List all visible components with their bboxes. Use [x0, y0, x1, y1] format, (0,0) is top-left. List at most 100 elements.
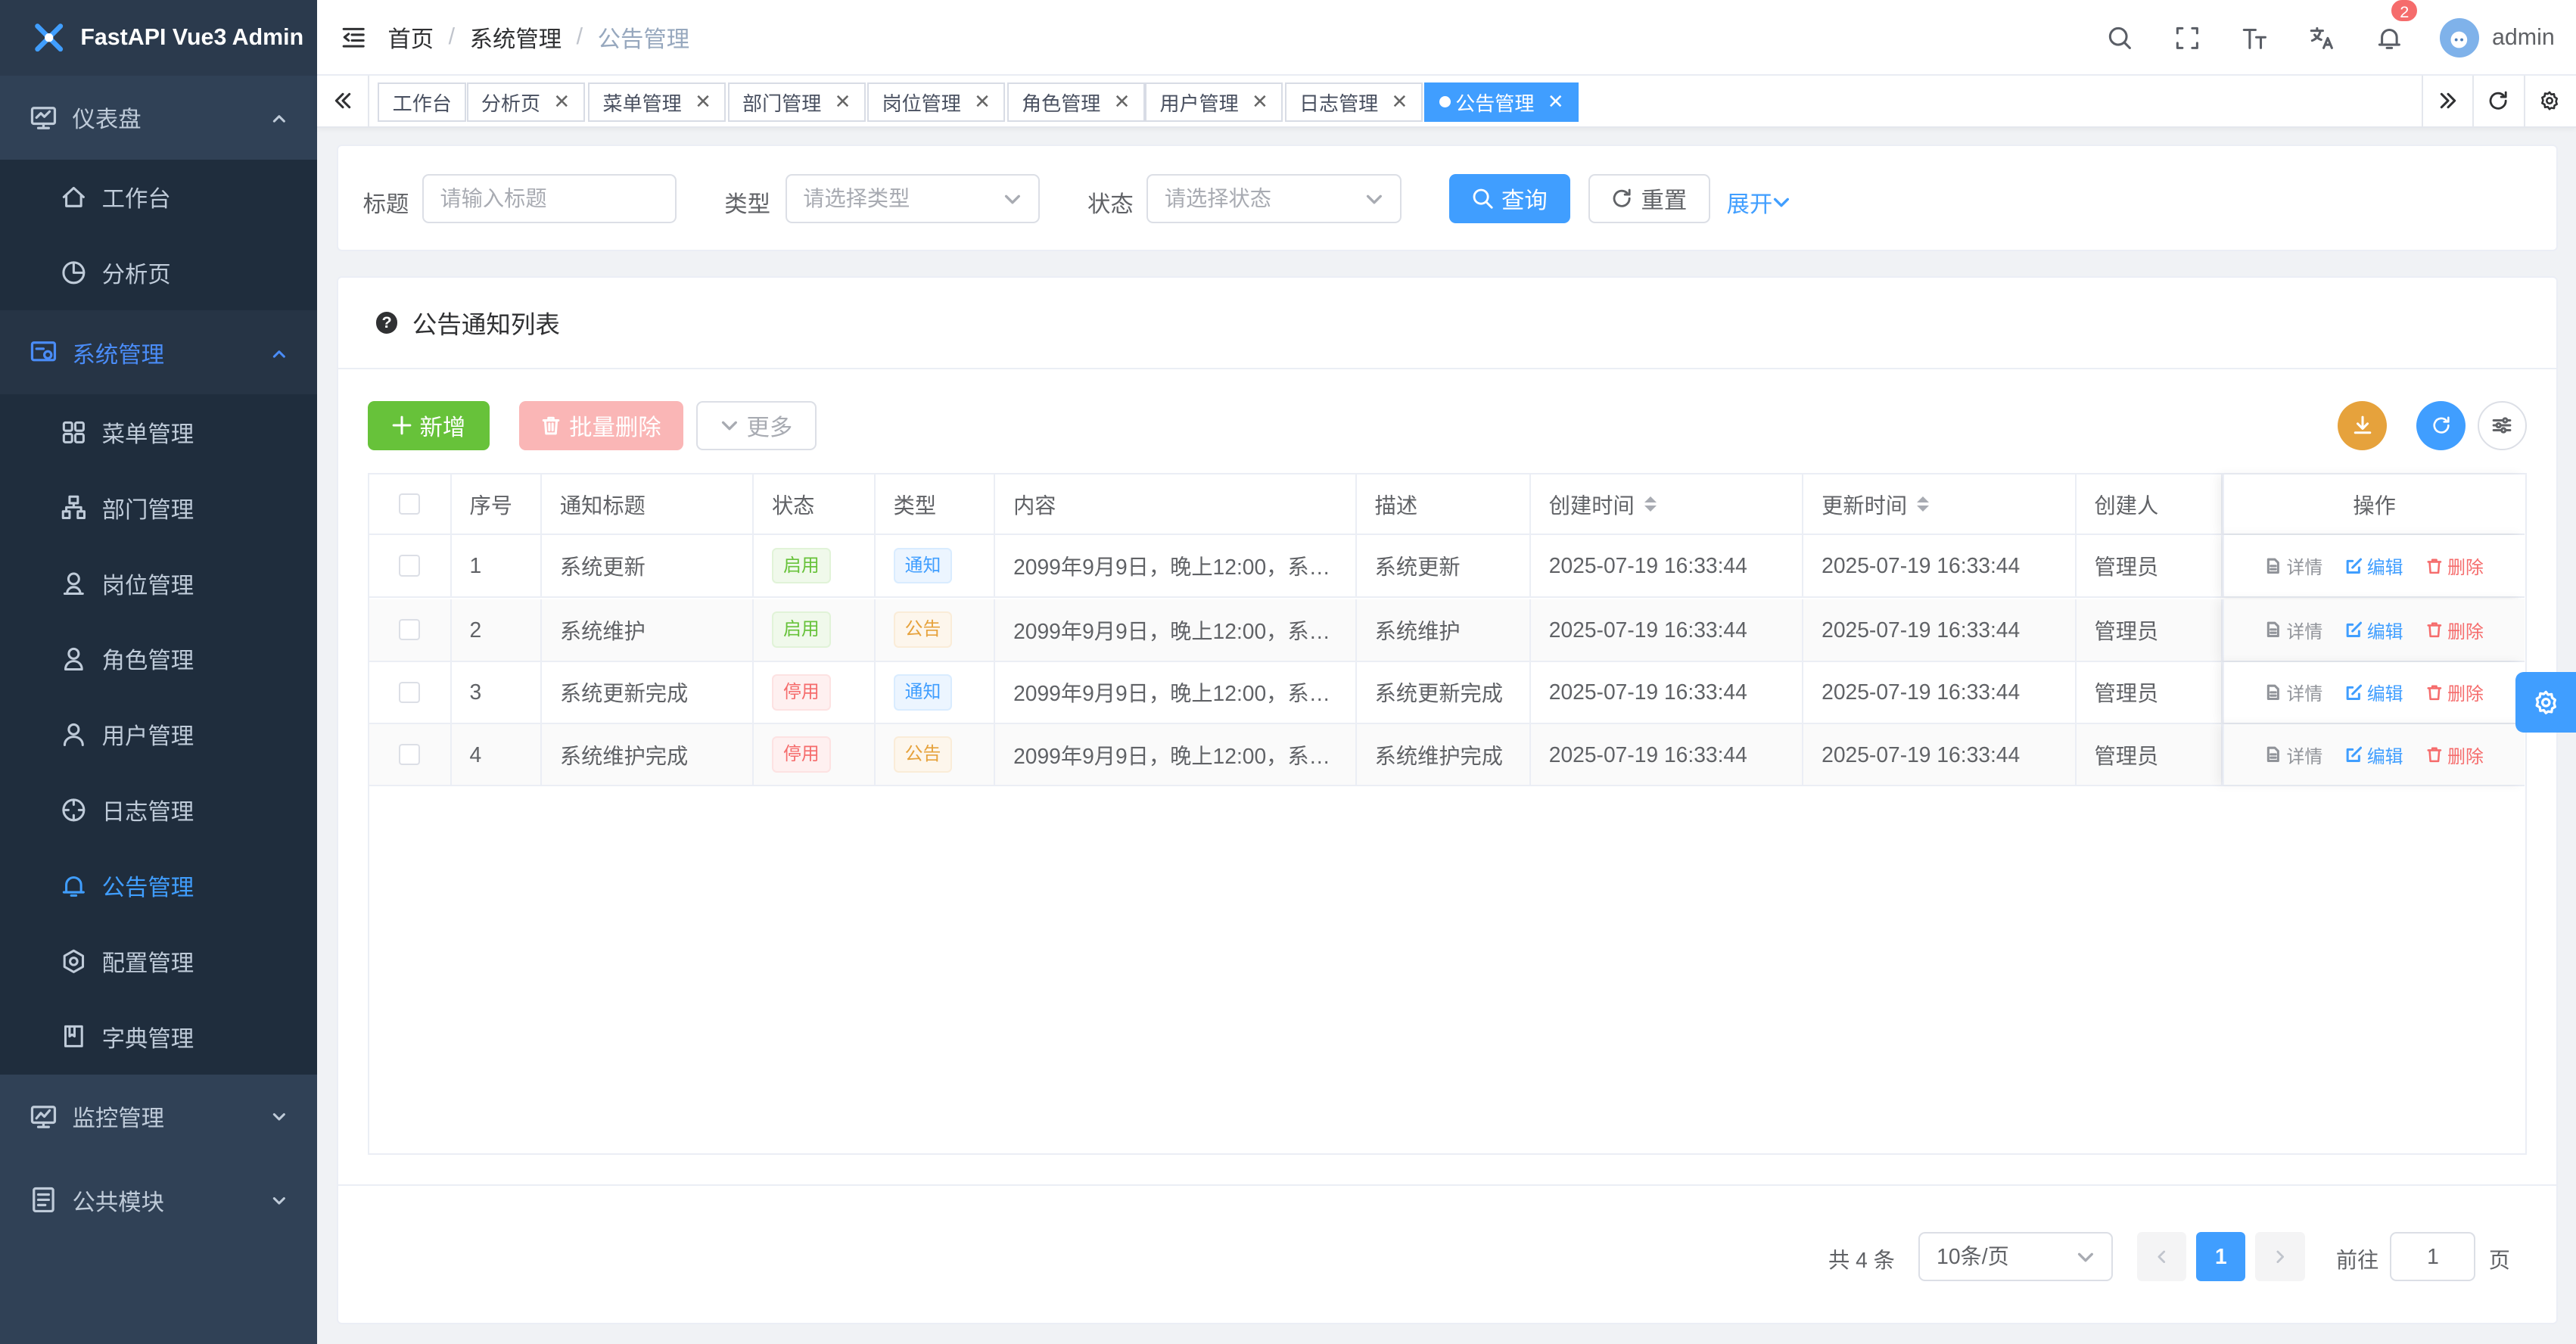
breadcrumb-system[interactable]: 系统管理	[470, 20, 562, 54]
tags-scroll-right[interactable]	[2421, 75, 2475, 127]
column-settings-button[interactable]	[2477, 400, 2527, 450]
sidebar-group-system[interactable]: 系统管理	[0, 310, 317, 394]
notification-button[interactable]: 2	[2356, 0, 2423, 51]
reset-button[interactable]: 重置	[1588, 173, 1710, 224]
chevron-down-icon	[1366, 195, 1382, 204]
font-size-button[interactable]	[2221, 25, 2288, 51]
add-button[interactable]: 新增	[368, 400, 490, 450]
tab-post[interactable]: 岗位管理 ✕	[867, 82, 1006, 122]
next-page-button[interactable]	[2255, 1231, 2305, 1281]
tab-user[interactable]: 用户管理 ✕	[1145, 82, 1283, 122]
sidebar-group-public[interactable]: 公共模块	[0, 1158, 317, 1242]
row-checkbox[interactable]	[399, 619, 421, 641]
close-icon[interactable]: ✕	[1252, 90, 1268, 114]
sidebar-item-menu[interactable]: 菜单管理	[0, 394, 317, 470]
close-icon[interactable]: ✕	[1114, 90, 1131, 114]
tab-menu[interactable]: 菜单管理 ✕	[588, 82, 726, 122]
edit-button[interactable]: 编辑	[2346, 679, 2403, 705]
status-select[interactable]: 请选择状态	[1146, 173, 1402, 224]
active-dot	[1439, 95, 1451, 108]
app-logo[interactable]: FastAPI Vue3 Admin	[0, 0, 317, 76]
header-checkbox-cell	[369, 474, 452, 534]
edit-button[interactable]: 编辑	[2346, 742, 2403, 768]
goto-page-input[interactable]: 1	[2390, 1231, 2476, 1281]
delete-button[interactable]: 删除	[2426, 617, 2484, 643]
sidebar: FastAPI Vue3 Admin 仪表盘 工作台 分析页 系统管理 菜单管理…	[0, 0, 317, 1344]
sidebar-group-monitor[interactable]: 监控管理	[0, 1075, 317, 1159]
export-button[interactable]	[2338, 400, 2388, 450]
detail-button[interactable]: 详情	[2265, 552, 2322, 579]
edit-button[interactable]: 编辑	[2346, 617, 2403, 643]
detail-button[interactable]: 详情	[2265, 617, 2322, 643]
sidebar-item-log[interactable]: 日志管理	[0, 772, 317, 848]
sidebar-item-dict[interactable]: 字典管理	[0, 998, 317, 1075]
tab-log[interactable]: 日志管理 ✕	[1284, 82, 1423, 122]
edit-label: 编辑	[2366, 684, 2403, 705]
delete-label: 删除	[2447, 621, 2484, 642]
tab-notice[interactable]: 公告管理 ✕	[1424, 82, 1579, 122]
menu-fold-icon[interactable]	[342, 26, 365, 48]
type-select[interactable]: 请选择类型	[785, 173, 1040, 224]
tab-role[interactable]: 角色管理 ✕	[1006, 82, 1145, 122]
more-button[interactable]: 更多	[696, 400, 817, 450]
batch-delete-button[interactable]: 批量删除	[518, 400, 683, 450]
sort-icon[interactable]	[1917, 496, 1930, 512]
col-updated[interactable]: 更新时间	[1803, 474, 2077, 534]
sidebar-group-dashboard[interactable]: 仪表盘	[0, 76, 317, 160]
close-icon[interactable]: ✕	[1392, 90, 1408, 114]
type-badge: 通知	[893, 674, 953, 711]
row-checkbox[interactable]	[399, 555, 421, 577]
sidebar-item-role[interactable]: 角色管理	[0, 621, 317, 697]
sidebar-item-dept[interactable]: 部门管理	[0, 469, 317, 546]
breadcrumb-separator: /	[576, 23, 583, 50]
expand-button[interactable]: 展开	[1726, 185, 1790, 219]
delete-button[interactable]: 删除	[2426, 552, 2484, 579]
close-icon[interactable]: ✕	[1548, 90, 1564, 114]
sidebar-item-post[interactable]: 岗位管理	[0, 545, 317, 621]
row-checkbox[interactable]	[399, 681, 421, 703]
detail-button[interactable]: 详情	[2265, 679, 2322, 705]
delete-button[interactable]: 删除	[2426, 679, 2484, 705]
pagination-total: 共 4 条	[1828, 1248, 1895, 1272]
tab-workbench[interactable]: 工作台	[378, 82, 467, 122]
tags-settings[interactable]	[2523, 76, 2575, 126]
question-icon[interactable]: ?	[375, 312, 398, 334]
col-created[interactable]: 创建时间	[1531, 474, 1804, 534]
query-button[interactable]: 查询	[1448, 173, 1571, 224]
sidebar-item-notice[interactable]: 公告管理	[0, 848, 317, 923]
title-input[interactable]: 请输入标题	[422, 173, 677, 224]
tags-refresh[interactable]	[2472, 75, 2525, 127]
close-icon[interactable]: ✕	[553, 90, 570, 114]
cell-title: 系统更新完成	[542, 661, 754, 723]
breadcrumb-home[interactable]: 首页	[387, 20, 434, 54]
tab-dept[interactable]: 部门管理 ✕	[727, 82, 866, 122]
avatar[interactable]	[2439, 17, 2479, 58]
tags-scroll-left[interactable]	[317, 75, 370, 127]
sort-icon[interactable]	[1644, 496, 1657, 512]
delete-button[interactable]: 删除	[2426, 742, 2484, 768]
floating-settings-button[interactable]	[2515, 671, 2576, 733]
sidebar-item-analysis[interactable]: 分析页	[0, 235, 317, 311]
select-all-checkbox[interactable]	[399, 493, 421, 515]
detail-button[interactable]: 详情	[2265, 742, 2322, 768]
trash-icon	[2427, 558, 2442, 574]
search-button[interactable]	[2086, 25, 2154, 51]
cell-status: 停用	[754, 661, 876, 723]
refresh-icon	[1613, 188, 1632, 208]
edit-button[interactable]: 编辑	[2346, 552, 2403, 579]
page-size-select[interactable]: 10条/页	[1918, 1231, 2113, 1281]
close-icon[interactable]: ✕	[974, 90, 991, 114]
username[interactable]: admin	[2492, 24, 2555, 51]
close-icon[interactable]: ✕	[695, 90, 711, 114]
refresh-button[interactable]	[2416, 400, 2466, 450]
tab-analysis[interactable]: 分析页 ✕	[466, 82, 585, 122]
close-icon[interactable]: ✕	[835, 90, 851, 114]
prev-page-button[interactable]	[2137, 1231, 2187, 1281]
fullscreen-button[interactable]	[2154, 25, 2221, 51]
sidebar-item-config[interactable]: 配置管理	[0, 923, 317, 999]
language-button[interactable]	[2288, 25, 2356, 51]
sidebar-item-workbench[interactable]: 工作台	[0, 159, 317, 235]
page-number[interactable]: 1	[2196, 1231, 2246, 1281]
row-checkbox[interactable]	[399, 744, 421, 766]
sidebar-item-user[interactable]: 用户管理	[0, 696, 317, 773]
